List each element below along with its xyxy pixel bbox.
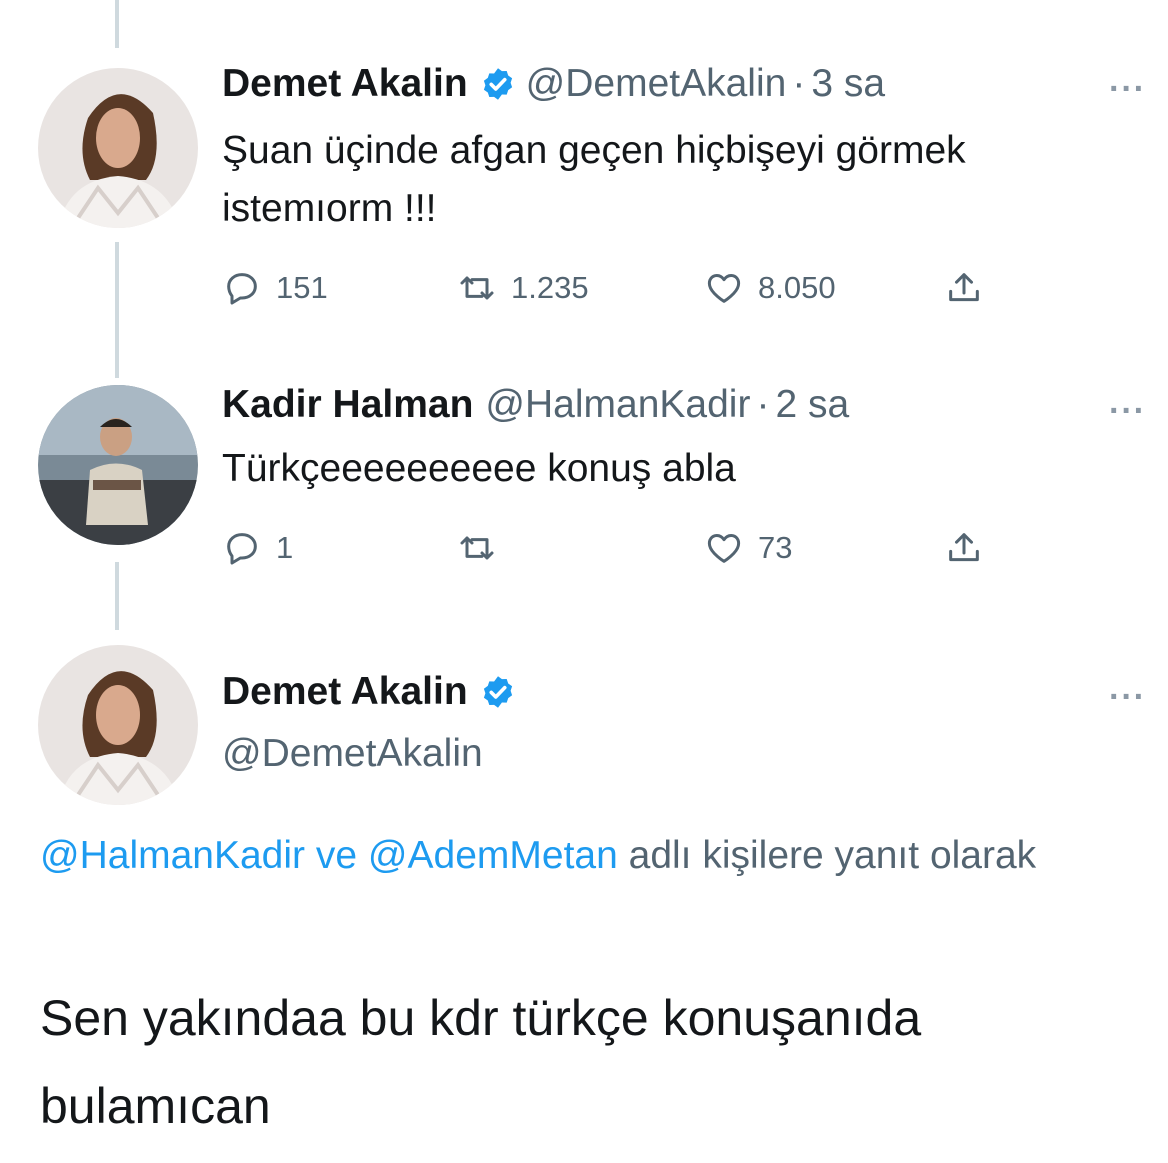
like-button[interactable]: 8.050	[704, 268, 836, 308]
tweet-actions: 151 1.235 8.050	[222, 268, 1022, 308]
user-handle[interactable]: @DemetAkalin	[222, 732, 483, 776]
separator-dot: ·	[756, 383, 770, 426]
share-button[interactable]	[944, 528, 998, 568]
reply-count: 151	[276, 270, 328, 305]
share-button[interactable]	[944, 268, 998, 308]
mention-link[interactable]: @AdemMetan	[368, 834, 618, 877]
mention-link[interactable]: @HalmanKadir	[40, 834, 305, 877]
like-count: 8.050	[758, 270, 836, 305]
like-icon	[707, 534, 741, 563]
avatar[interactable]	[38, 68, 198, 228]
verified-badge-icon	[480, 674, 516, 710]
timestamp[interactable]: 3 sa	[811, 62, 885, 106]
user-handle[interactable]: @DemetAkalin	[526, 62, 787, 106]
timestamp[interactable]: 2 sa	[775, 383, 849, 427]
thread-line-1	[115, 242, 119, 378]
tweet-text: Sen yakındaa bu kdr türkçe konuşanıda bu…	[40, 990, 922, 1134]
retweet-icon	[460, 536, 494, 560]
reply-button[interactable]: 1	[222, 528, 293, 568]
reply-connector: ve	[315, 834, 358, 877]
user-handle[interactable]: @HalmanKadir	[485, 383, 750, 427]
avatar-photo	[38, 68, 198, 228]
avatar[interactable]	[38, 385, 198, 545]
share-icon	[949, 533, 979, 562]
thread-line-top	[115, 0, 119, 48]
display-name[interactable]: Demet Akalin	[222, 62, 468, 106]
reply-count: 1	[276, 530, 294, 565]
reply-icon	[227, 533, 257, 565]
reply-button[interactable]: 151	[222, 268, 328, 308]
avatar-photo	[38, 385, 198, 545]
retweet-icon	[460, 276, 494, 300]
more-icon[interactable]: ···	[1109, 70, 1146, 109]
separator-dot: ·	[792, 62, 806, 105]
display-name[interactable]: Demet Akalin	[222, 670, 468, 714]
share-icon	[949, 273, 979, 302]
retweet-count: 1.235	[511, 270, 589, 305]
like-count: 73	[758, 530, 793, 565]
thread-line-2	[115, 562, 119, 630]
verified-badge-icon	[480, 66, 516, 102]
avatar-photo	[38, 645, 198, 805]
avatar[interactable]	[38, 645, 198, 805]
replying-to: @HalmanKadir ve @AdemMetan adlı kişilere…	[40, 826, 1130, 886]
retweet-button[interactable]: 1.235	[457, 268, 589, 308]
display-name[interactable]: Kadir Halman	[222, 383, 473, 427]
tweet-text: Şuan üçinde afgan geçen hiçbişeyi görmek…	[222, 129, 966, 230]
reply-suffix: adlı kişilere yanıt olarak	[628, 834, 1037, 877]
tweet-header: Demet Akalin @DemetAkalin · 3 sa	[222, 62, 885, 106]
reply-icon	[227, 273, 257, 305]
like-button[interactable]: 73	[704, 528, 792, 568]
tweet-text: Türkçeeeeeeeeee konuş abla	[222, 447, 736, 490]
more-icon[interactable]: ···	[1109, 678, 1146, 717]
tweet-actions: 1 73	[222, 528, 1022, 568]
like-icon	[707, 274, 741, 303]
tweet-header: Demet Akalin	[222, 670, 526, 714]
more-icon[interactable]: ···	[1109, 392, 1146, 431]
tweet-header: Kadir Halman @HalmanKadir · 2 sa	[222, 383, 849, 427]
retweet-button[interactable]	[457, 528, 511, 568]
